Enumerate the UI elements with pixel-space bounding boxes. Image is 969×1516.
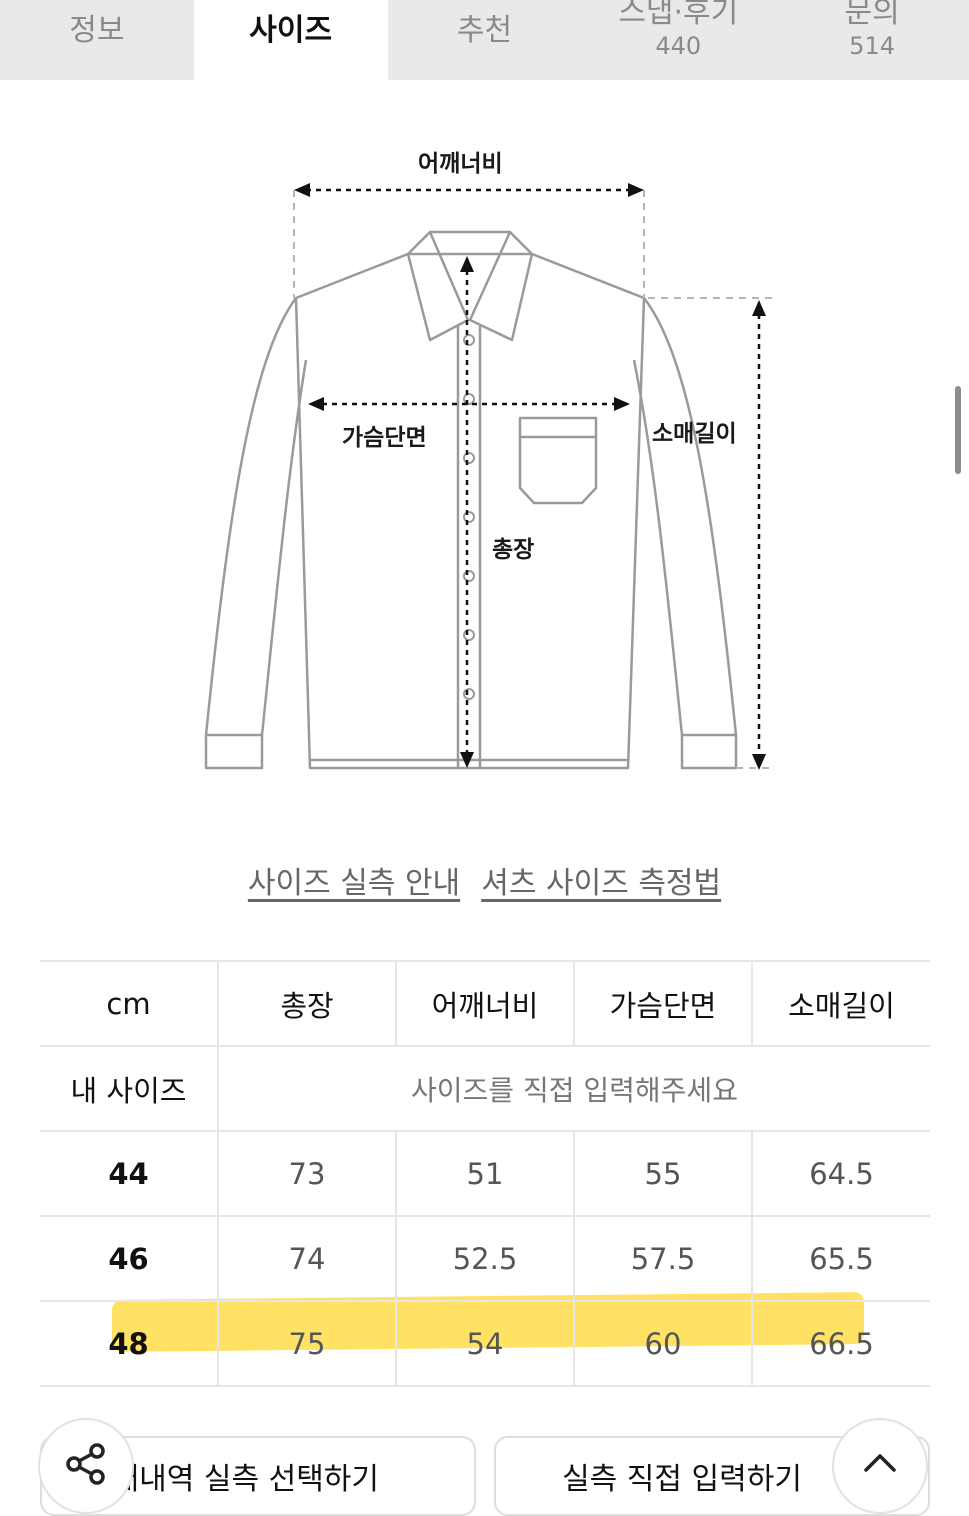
table-cell: 74 bbox=[217, 1215, 396, 1302]
size-label: 44 bbox=[40, 1130, 218, 1217]
column-header: 총장 bbox=[217, 960, 396, 1047]
table-cell: 60 bbox=[573, 1300, 752, 1387]
my-size-row: 내 사이즈 사이즈를 직접 입력해주세요 bbox=[40, 1045, 930, 1132]
size-measure-guide-link[interactable]: 사이즈 실측 안내 bbox=[248, 858, 460, 902]
tab-inquiry[interactable]: 문의 514 bbox=[775, 0, 969, 80]
button-label: ·매내역 실측 선택하기 bbox=[102, 1462, 380, 1497]
tab-snap-review[interactable]: 스냅·후기 440 bbox=[581, 0, 776, 80]
size-table: cm 총장 어깨너비 가슴단면 소매길이 내 사이즈 사이즈를 직접 입력해주세… bbox=[40, 960, 930, 1387]
table-cell: 64.5 bbox=[751, 1130, 930, 1217]
size-guide-links: 사이즈 실측 안내 셔츠 사이즈 측정법 bbox=[0, 858, 969, 902]
table-row: 44 73 51 55 64.5 bbox=[40, 1130, 930, 1217]
total-length-label: 총장 bbox=[492, 537, 535, 563]
my-size-input-prompt[interactable]: 사이즈를 직접 입력해주세요 bbox=[217, 1045, 930, 1132]
table-cell: 55 bbox=[573, 1130, 752, 1217]
table-cell: 66.5 bbox=[751, 1300, 930, 1387]
tab-recommend[interactable]: 추천 bbox=[387, 0, 582, 80]
shirt-measure-method-link[interactable]: 셔츠 사이즈 측정법 bbox=[481, 858, 721, 902]
table-cell: 57.5 bbox=[573, 1215, 752, 1302]
tab-info[interactable]: 정보 bbox=[0, 0, 194, 80]
chevron-up-icon bbox=[860, 1444, 900, 1488]
size-label: 46 bbox=[40, 1215, 218, 1302]
my-size-label: 내 사이즈 bbox=[40, 1045, 218, 1132]
tab-label: 문의 bbox=[844, 0, 900, 30]
table-cell: 73 bbox=[217, 1130, 396, 1217]
chest-width-label: 가슴단면 bbox=[342, 425, 427, 451]
button-label: 실측 직접 입력하기 bbox=[562, 1462, 802, 1497]
table-cell: 51 bbox=[395, 1130, 574, 1217]
table-cell: 65.5 bbox=[751, 1215, 930, 1302]
tab-label: 사이즈 bbox=[249, 13, 333, 48]
sleeve-length-label: 소매길이 bbox=[652, 421, 737, 447]
shoulder-width-label: 어깨너비 bbox=[418, 151, 503, 177]
table-row: 46 74 52.5 57.5 65.5 bbox=[40, 1215, 930, 1302]
table-cell: 52.5 bbox=[395, 1215, 574, 1302]
tab-size[interactable]: 사이즈 bbox=[193, 0, 388, 80]
shirt-size-diagram: 어깨너비 가슴단면 총장 소매길이 bbox=[180, 130, 800, 790]
table-cell: 54 bbox=[395, 1300, 574, 1387]
shirt-outline-illustration bbox=[204, 183, 774, 770]
column-header: 소매길이 bbox=[751, 960, 930, 1047]
unit-header: cm bbox=[40, 960, 218, 1047]
tab-label: 스냅·후기 bbox=[618, 0, 739, 30]
scrollbar-thumb[interactable] bbox=[955, 386, 961, 474]
tab-count: 514 bbox=[849, 32, 895, 60]
column-header: 가슴단면 bbox=[573, 960, 752, 1047]
table-header-row: cm 총장 어깨너비 가슴단면 소매길이 bbox=[40, 960, 930, 1047]
share-icon bbox=[63, 1441, 109, 1491]
table-cell: 75 bbox=[217, 1300, 396, 1387]
tab-bar: 정보 사이즈 추천 스냅·후기 440 문의 514 bbox=[0, 0, 969, 80]
tab-label: 추천 bbox=[456, 13, 513, 48]
size-label: 48 bbox=[40, 1300, 218, 1387]
tab-count: 440 bbox=[655, 32, 702, 60]
table-row-highlighted: 48 75 54 60 66.5 bbox=[40, 1300, 930, 1387]
tab-label: 정보 bbox=[69, 13, 125, 48]
column-header: 어깨너비 bbox=[395, 960, 574, 1047]
